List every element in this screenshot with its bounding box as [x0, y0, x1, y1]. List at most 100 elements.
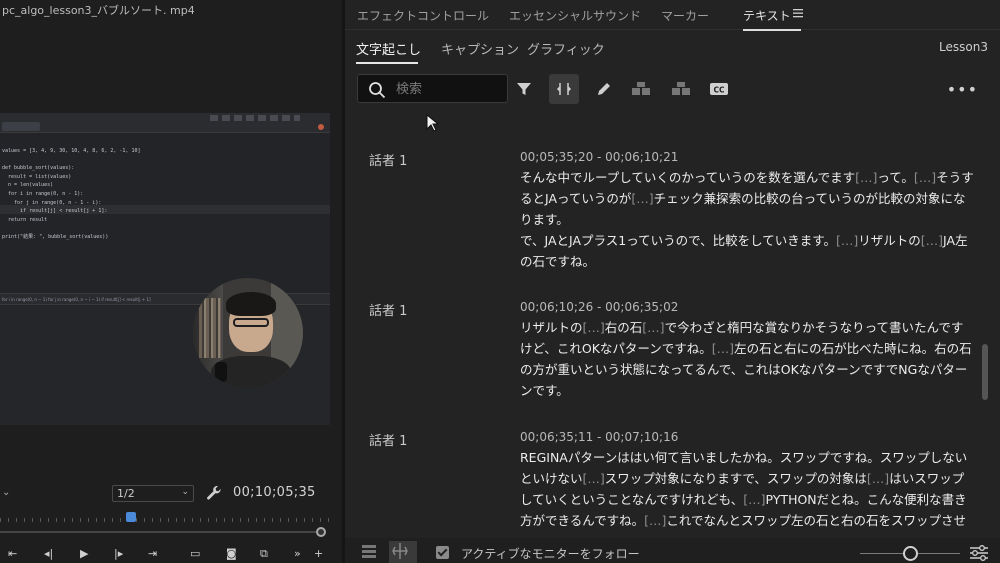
transcript-words[interactable]: って。 [877, 170, 914, 185]
transcript-words[interactable]: スワップ対象になりますで、スワップの対象は [605, 471, 867, 486]
ide-file-tab [2, 122, 40, 131]
speaker-label[interactable]: 話者 1 [369, 430, 407, 449]
cc-icon: CC [710, 83, 728, 95]
tab-effect-controls[interactable]: エフェクトコントロール [357, 7, 489, 24]
monitor-clip-title: pc_algo_lesson3_バブルソート. mp4 [2, 4, 195, 17]
tab-essential-sound[interactable]: エッセンシャルサウンド [509, 7, 641, 24]
tab-text[interactable]: テキスト [743, 7, 791, 24]
segment-timecode: 00;06;10;26 - 00;06;35;02 [520, 300, 679, 314]
go-to-out-icon[interactable]: ⇥ [148, 547, 157, 561]
pause-marker[interactable]: […] [644, 513, 666, 528]
transcript-segment[interactable]: 話者 1 00;06;10;26 - 00;06;35;02 リザルトの[…]右の石… [345, 290, 990, 420]
code-line: for i in range(0, n - 1): [2, 190, 84, 197]
search-box[interactable] [357, 74, 508, 103]
pencil-icon [598, 83, 610, 95]
segment-timecode: 00;06;35;11 - 00;07;10;16 [520, 430, 679, 444]
pause-marker[interactable]: […] [712, 341, 734, 356]
transcript-toolbar: CC ••• [345, 70, 1000, 108]
pause-marker[interactable]: […] [914, 170, 936, 185]
search-input[interactable] [396, 79, 504, 99]
transcript-words[interactable]: で、JAとJAプラス1っていうので、比較をしていきます。 [520, 233, 836, 248]
filter-button[interactable] [509, 74, 539, 104]
svg-text:CC: CC [713, 86, 725, 95]
transcript-words[interactable]: リザルトの [858, 233, 921, 248]
segment-text[interactable]: そんな中でループしていくのかっていうのを数を選んでます[…]って。[…]そうする… [520, 167, 975, 272]
merge-segments-button[interactable] [625, 74, 655, 104]
books [199, 298, 221, 358]
segment-timecode: 00;05;35;20 - 00;06;10;21 [520, 150, 679, 164]
presenter-glasses [233, 318, 269, 327]
zoom-scrollbar-handle[interactable] [316, 527, 326, 537]
pause-marker[interactable]: […] [642, 320, 664, 335]
safe-margins-icon[interactable]: ▭ [190, 547, 200, 561]
tab-markers[interactable]: マーカー [661, 7, 709, 24]
tab-transcript[interactable]: 文字起こし [356, 39, 421, 58]
follow-monitor-checkbox[interactable] [436, 546, 449, 559]
compare-icon[interactable]: ⧉ [260, 547, 268, 561]
split-segment-button[interactable] [549, 74, 579, 104]
pause-marker[interactable]: […] [583, 320, 605, 335]
split-segments-button[interactable] [665, 74, 695, 104]
transcript-words[interactable]: そんな中でループしていくのかっていうのを数を選んでます [520, 170, 855, 185]
code-line: n = len(values) [2, 182, 54, 189]
zoom-slider-handle[interactable] [903, 546, 918, 561]
transcript-list[interactable]: 話者 1 00;05;35;20 - 00;06;10;21 そんな中でループしてい… [345, 118, 990, 532]
speaker-label[interactable]: 話者 1 [369, 300, 407, 319]
segment-text[interactable]: REGINAパターンははい何て言いましたかね。スワップですね。スワップしないとい… [520, 447, 975, 532]
step-forward-icon[interactable]: |▸ [114, 547, 123, 561]
pause-marker[interactable]: […] [583, 471, 605, 486]
pause-marker[interactable]: […] [631, 191, 653, 206]
transcript-words[interactable]: 右の石 [605, 320, 643, 335]
pause-marker[interactable]: […] [743, 492, 765, 507]
tab-graphics[interactable]: グラフィック [527, 39, 605, 58]
more-buttons-icon[interactable]: » [294, 547, 301, 561]
edit-button[interactable] [589, 74, 619, 104]
step-back-icon[interactable]: ◂| [44, 547, 53, 561]
presenter-hair [226, 292, 276, 316]
webcam-avatar [193, 278, 303, 388]
go-to-in-icon[interactable]: ⇤ [8, 547, 17, 561]
hamburger-icon[interactable] [793, 8, 803, 18]
more-icon[interactable]: ••• [947, 80, 978, 99]
ide-code: values = [3, 4, 9, 30, 10, 4, 8, 6, 2, -… [2, 147, 140, 242]
pause-marker[interactable]: […] [855, 170, 877, 185]
add-button-icon[interactable]: + [314, 547, 323, 561]
toggle-view-button[interactable] [359, 541, 387, 563]
segment-text[interactable]: リザルトの[…]右の石[…]で今わざと楕円な賞なりかそうなりって書いたんですけど… [520, 317, 975, 401]
split-segment-icon [556, 83, 572, 95]
pause-marker[interactable]: […] [836, 233, 858, 248]
pause-marker[interactable]: […] [867, 471, 889, 486]
fit-dropdown-chevron-icon[interactable]: ⌄ [2, 487, 10, 498]
split-segments-icon [672, 82, 690, 95]
code-line: def bubble_sort(values): [2, 165, 75, 172]
code-line: for j in range(0, n - 1 - i): [2, 199, 102, 206]
wrench-icon[interactable] [205, 484, 223, 502]
export-frame-icon[interactable]: ◙ [226, 547, 237, 561]
transcript-segment[interactable]: 話者 1 00;05;35;20 - 00;06;10;21 そんな中でループしてい… [345, 140, 990, 270]
transcript-segment[interactable]: 話者 1 00;06;35;11 - 00;07;10;16 REGINAパターンは… [345, 420, 990, 532]
panel-tab-bar: エフェクトコントロール エッセンシャルサウンド マーカー テキスト [345, 0, 1000, 31]
playback-resolution-select[interactable]: 1/2 ⌄ [112, 485, 194, 502]
speaker-label[interactable]: 話者 1 [369, 150, 407, 169]
tab-captions[interactable]: キャプション [441, 39, 519, 58]
ide-toolbar [210, 115, 300, 121]
mini-timeline-ruler[interactable] [0, 512, 330, 522]
zoom-scrollbar[interactable] [0, 531, 322, 533]
playhead-timecode[interactable]: 00;10;05;35 [233, 485, 316, 500]
pause-marker[interactable]: […] [921, 233, 943, 248]
playhead-marker[interactable] [126, 512, 136, 522]
captions-button[interactable]: CC [703, 74, 733, 104]
chevron-down-icon: ⌄ [181, 487, 189, 497]
segment-view-icon [392, 543, 408, 559]
play-icon[interactable]: ▶ [80, 547, 88, 561]
filter-icon [517, 83, 531, 95]
program-monitor: pc_algo_lesson3_バブルソート. mp4 values = [3,… [0, 0, 342, 563]
settings-sliders-icon[interactable] [969, 544, 989, 562]
transcript-scrollbar-thumb[interactable] [982, 344, 988, 400]
code-line: values = [3, 4, 9, 30, 10, 4, 8, 6, 2, -… [2, 148, 141, 154]
segment-view-button[interactable] [389, 541, 417, 563]
transcript-words[interactable]: リザルトの [520, 320, 583, 335]
mouse-cursor-icon [426, 114, 438, 132]
